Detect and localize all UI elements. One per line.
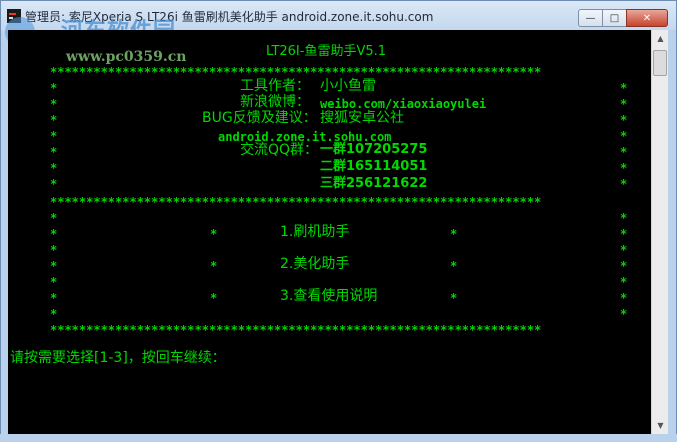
star-left: * <box>50 129 58 143</box>
weibo-label: 新浪微博： <box>240 94 310 110</box>
star-right: * <box>620 307 628 321</box>
watermark-url: www.pc0359.cn <box>66 49 187 65</box>
close-button[interactable]: ✕ <box>626 9 668 27</box>
console-output[interactable]: LT26I-鱼雷助手V5.1 *************************… <box>8 30 651 434</box>
star-inner: * <box>210 227 218 241</box>
star-left: * <box>50 243 58 257</box>
vertical-scrollbar[interactable]: ▲ ▼ <box>651 30 668 434</box>
star-left: * <box>50 81 58 95</box>
star-left: * <box>50 177 58 191</box>
qq-group-1: 一群107205275 <box>320 142 428 157</box>
star-right: * <box>620 291 628 305</box>
minimize-button[interactable]: — <box>578 9 603 27</box>
menu-item-1: 1.刷机助手 <box>280 224 350 240</box>
star-left: * <box>50 291 58 305</box>
star-right: * <box>620 177 628 191</box>
star-inner: * <box>450 259 458 273</box>
star-inner: * <box>210 291 218 305</box>
star-inner: * <box>450 227 458 241</box>
star-right: * <box>620 97 628 111</box>
star-left: * <box>50 113 58 127</box>
star-left: * <box>50 97 58 111</box>
star-inner: * <box>450 291 458 305</box>
star-left: * <box>50 307 58 321</box>
star-border-bottom: ****************************************… <box>50 323 542 337</box>
window-frame-bottom <box>0 434 677 442</box>
star-left: * <box>50 275 58 289</box>
star-right: * <box>620 211 628 225</box>
console-header: LT26I-鱼雷助手V5.1 <box>266 44 387 59</box>
qq-label: 交流QQ群： <box>240 142 319 158</box>
feedback-value: 搜狐安卓公社 <box>320 110 404 126</box>
star-left: * <box>50 145 58 159</box>
window-controls: — □ ✕ <box>578 9 668 27</box>
star-right: * <box>620 145 628 159</box>
star-right: * <box>620 129 628 143</box>
star-right: * <box>620 81 628 95</box>
star-right: * <box>620 113 628 127</box>
star-right: * <box>620 243 628 257</box>
qq-group-2: 二群165114051 <box>320 159 428 174</box>
menu-item-3: 3.查看使用说明 <box>280 288 378 304</box>
feedback-label: BUG反馈及建议： <box>202 110 317 126</box>
star-right: * <box>620 259 628 273</box>
star-right: * <box>620 275 628 289</box>
maximize-button[interactable]: □ <box>602 9 627 27</box>
star-inner: * <box>210 259 218 273</box>
scroll-up-icon[interactable]: ▲ <box>652 30 669 47</box>
star-right: * <box>620 161 628 175</box>
author-value: 小小鱼雷 <box>320 78 376 94</box>
star-left: * <box>50 211 58 225</box>
scroll-down-icon[interactable]: ▼ <box>652 417 669 434</box>
star-left: * <box>50 227 58 241</box>
scrollbar-thumb[interactable] <box>653 50 667 76</box>
menu-item-2: 2.美化助手 <box>280 256 350 272</box>
qq-group-3: 三群256121622 <box>320 176 428 191</box>
star-right: * <box>620 227 628 241</box>
author-label: 工具作者： <box>240 78 310 94</box>
title-bar[interactable]: 管理员: 索尼Xperia S LT26i 鱼雷刷机美化助手 android.z… <box>1 1 676 47</box>
star-left: * <box>50 259 58 273</box>
window-frame-right <box>668 30 676 442</box>
input-prompt[interactable]: 请按需要选择[1-3]，按回车继续： <box>10 350 226 366</box>
star-left: * <box>50 161 58 175</box>
star-border-middle: ****************************************… <box>50 195 542 209</box>
